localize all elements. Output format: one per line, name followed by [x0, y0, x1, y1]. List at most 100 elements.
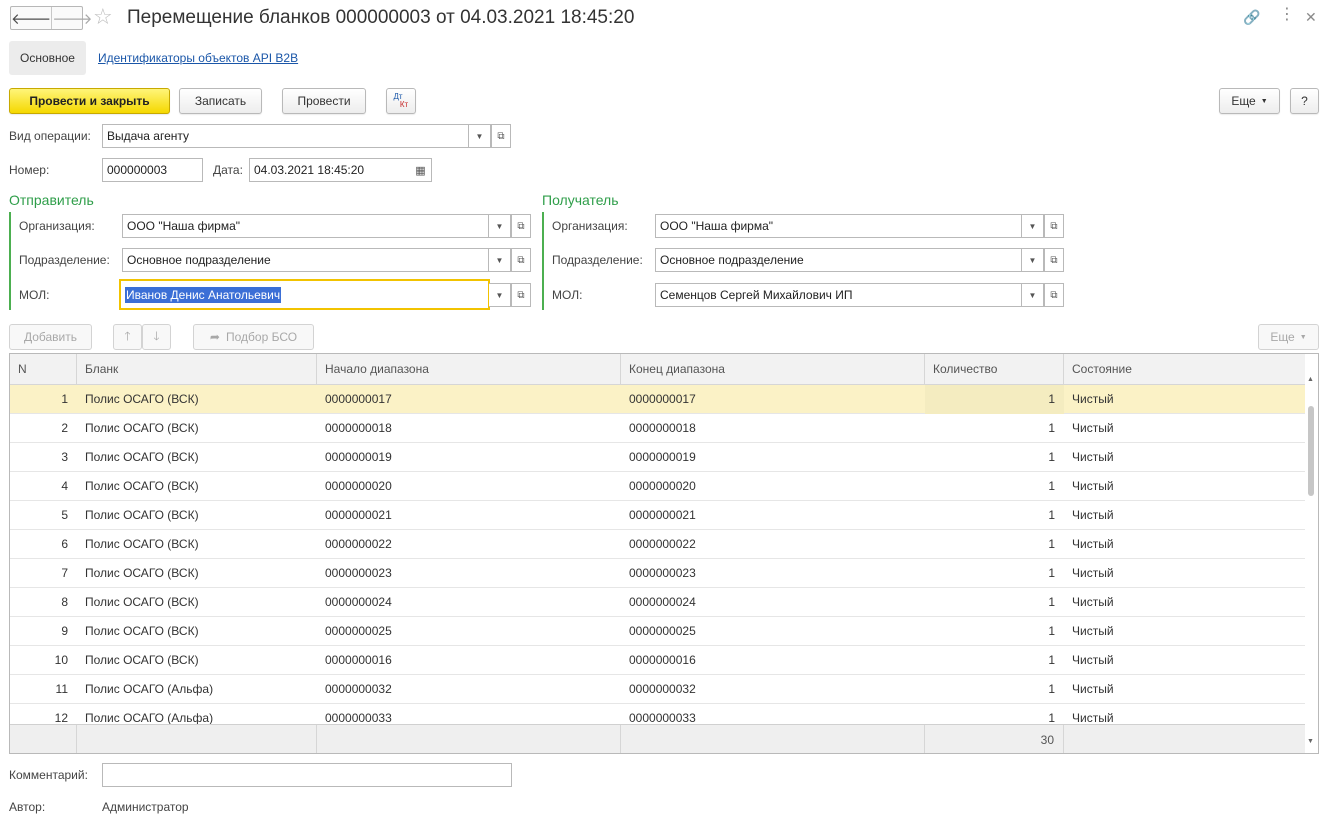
receiver-org-field[interactable]: ООО "Наша фирма"	[655, 214, 1022, 238]
scroll-down-icon[interactable]: ▼	[1307, 738, 1314, 745]
cell-quantity: 1	[1048, 653, 1055, 667]
date-field[interactable]: 04.03.2021 18:45:20	[249, 158, 411, 182]
footer-cell	[77, 725, 317, 753]
cell-range-end: 0000000032	[629, 682, 696, 696]
column-header-state[interactable]: Состояние	[1064, 354, 1306, 385]
cell-blank: Полис ОСАГО (ВСК)	[85, 624, 199, 638]
table-row[interactable]: 5 Полис ОСАГО (ВСК) 0000000021 0000000021 1 Ч…	[10, 501, 1306, 530]
cell-blank: Полис ОСАГО (ВСК)	[85, 479, 199, 493]
help-button[interactable]: ?	[1290, 88, 1319, 114]
table-row[interactable]: 6 Полис ОСАГО (ВСК) 0000000022 0000000022 1 Ч…	[10, 530, 1306, 559]
cell-range-end: 0000000017	[629, 392, 696, 406]
operation-label: Вид операции:	[9, 129, 91, 143]
cell-n: 10	[54, 653, 68, 667]
column-header-range-end[interactable]: Конец диапазона	[621, 354, 925, 385]
operation-open-icon[interactable]: ⧉	[491, 124, 511, 148]
tab-api-identifiers[interactable]: Идентификаторы объектов API B2B	[98, 51, 298, 65]
cell-range-start: 0000000022	[325, 537, 392, 551]
table-row[interactable]: 7 Полис ОСАГО (ВСК) 0000000023 0000000023 1 Ч…	[10, 559, 1306, 588]
sender-org-dropdown-icon[interactable]: ▼	[489, 214, 511, 238]
chevron-down-icon: ▼	[1260, 97, 1268, 105]
receiver-dept-field[interactable]: Основное подразделение	[655, 248, 1022, 272]
cell-range-start: 0000000020	[325, 479, 392, 493]
back-button[interactable]: 🡐	[11, 7, 51, 29]
sender-mol-field[interactable]: Иванов Денис Анатольевич	[119, 279, 490, 310]
table-more-button[interactable]: Еще ▼	[1258, 324, 1319, 350]
cell-n: 3	[61, 450, 68, 464]
pick-arrow-icon: ➦	[209, 330, 220, 344]
column-header-blank[interactable]: Бланк	[77, 354, 317, 385]
receiver-org-dropdown-icon[interactable]: ▼	[1022, 214, 1044, 238]
sender-dept-open-icon[interactable]: ⧉	[511, 248, 531, 272]
sender-dept-field[interactable]: Основное подразделение	[122, 248, 489, 272]
calendar-icon[interactable]: ▦	[410, 158, 432, 182]
cell-range-end: 0000000022	[629, 537, 696, 551]
cell-state: Чистый	[1072, 508, 1114, 522]
cell-state: Чистый	[1072, 682, 1114, 696]
tab-main[interactable]: Основное	[9, 41, 86, 75]
sender-dept-label: Подразделение:	[19, 253, 110, 267]
receiver-dept-label: Подразделение:	[552, 253, 643, 267]
receiver-mol-open-icon[interactable]: ⧉	[1044, 283, 1064, 307]
receiver-org-open-icon[interactable]: ⧉	[1044, 214, 1064, 238]
close-icon[interactable]: ✕	[1305, 8, 1317, 26]
cell-blank: Полис ОСАГО (Альфа)	[85, 682, 214, 696]
column-header-n[interactable]: N	[10, 354, 77, 385]
number-field[interactable]: 000000003	[102, 158, 203, 182]
cell-blank: Полис ОСАГО (ВСК)	[85, 595, 199, 609]
cell-range-end: 0000000025	[629, 624, 696, 638]
write-button[interactable]: Записать	[179, 88, 262, 114]
dt-kt-button[interactable]: Дт Кт	[386, 88, 416, 114]
sender-org-open-icon[interactable]: ⧉	[511, 214, 531, 238]
cell-quantity: 1	[1048, 421, 1055, 435]
sender-mol-open-icon[interactable]: ⧉	[511, 283, 531, 307]
cell-n: 7	[61, 566, 68, 580]
cell-state: Чистый	[1072, 450, 1114, 464]
table-row[interactable]: 2 Полис ОСАГО (ВСК) 0000000018 0000000018 1 Ч…	[10, 414, 1306, 443]
post-and-close-button[interactable]: Провести и закрыть	[9, 88, 170, 114]
comment-field[interactable]	[102, 763, 512, 787]
receiver-dept-dropdown-icon[interactable]: ▼	[1022, 248, 1044, 272]
operation-field[interactable]: Выдача агенту	[102, 124, 469, 148]
cell-blank: Полис ОСАГО (ВСК)	[85, 566, 199, 580]
author-label: Автор:	[9, 800, 46, 814]
table-row[interactable]: 8 Полис ОСАГО (ВСК) 0000000024 0000000024 1 Ч…	[10, 588, 1306, 617]
column-header-quantity[interactable]: Количество	[925, 354, 1064, 385]
arrow-down-icon: 🡓	[153, 328, 160, 343]
table-row[interactable]: 1 Полис ОСАГО (ВСК) 0000000017 0000000017 1 Ч…	[10, 385, 1306, 414]
forward-button[interactable]: 🡒	[51, 7, 92, 29]
table-row[interactable]: 4 Полис ОСАГО (ВСК) 0000000020 0000000020 1 Ч…	[10, 472, 1306, 501]
scroll-thumb[interactable]	[1308, 406, 1314, 496]
sender-group-bar	[9, 212, 11, 310]
scroll-up-icon[interactable]: ▲	[1307, 376, 1314, 383]
sender-dept-dropdown-icon[interactable]: ▼	[489, 248, 511, 272]
table-row[interactable]: 9 Полис ОСАГО (ВСК) 0000000025 0000000025 1 Ч…	[10, 617, 1306, 646]
add-row-button[interactable]: Добавить	[9, 324, 92, 350]
arrow-up-icon: 🡑	[124, 328, 131, 343]
cell-n: 5	[61, 508, 68, 522]
table-more-label: Еще	[1270, 330, 1295, 344]
link-icon[interactable]: 🔗	[1243, 8, 1260, 26]
table-row[interactable]: 11 Полис ОСАГО (Альфа) 0000000032 000000003…	[10, 675, 1306, 704]
more-button[interactable]: Еще ▼	[1219, 88, 1280, 114]
move-up-button[interactable]: 🡑	[113, 324, 142, 350]
column-header-range-start[interactable]: Начало диапазона	[317, 354, 621, 385]
receiver-dept-open-icon[interactable]: ⧉	[1044, 248, 1064, 272]
table-row[interactable]: 10 Полис ОСАГО (ВСК) 0000000016 0000000016 1…	[10, 646, 1306, 675]
operation-dropdown-icon[interactable]: ▼	[469, 124, 491, 148]
favorite-star-icon[interactable]: ☆	[93, 5, 113, 29]
receiver-mol-field[interactable]: Семенцов Сергей Михайлович ИП	[655, 283, 1022, 307]
table-scrollbar[interactable]: ▲ ▼	[1305, 354, 1318, 753]
pick-bso-button[interactable]: ➦ Подбор БСО	[193, 324, 314, 350]
author-value: Администратор	[102, 800, 189, 814]
move-down-button[interactable]: 🡓	[142, 324, 171, 350]
blanks-table[interactable]: N Бланк Начало диапазона Конец диапазона…	[9, 353, 1319, 754]
sender-mol-dropdown-icon[interactable]: ▼	[489, 283, 511, 307]
sender-org-field[interactable]: ООО "Наша фирма"	[122, 214, 489, 238]
footer-cell	[10, 725, 77, 753]
more-menu-icon[interactable]: ⋮	[1279, 6, 1295, 24]
table-row[interactable]: 3 Полис ОСАГО (ВСК) 0000000019 0000000019 1 Ч…	[10, 443, 1306, 472]
receiver-mol-dropdown-icon[interactable]: ▼	[1022, 283, 1044, 307]
post-button[interactable]: Провести	[282, 88, 366, 114]
cell-range-end: 0000000019	[629, 450, 696, 464]
